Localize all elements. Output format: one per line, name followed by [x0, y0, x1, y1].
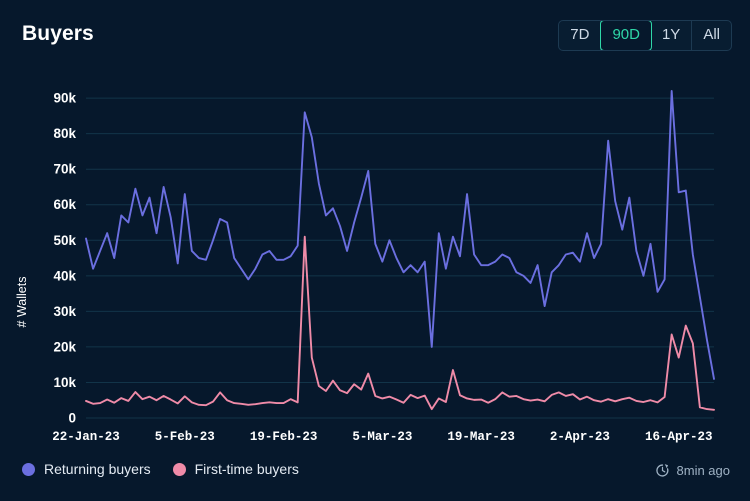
- gridlines: [86, 98, 714, 418]
- x-axis-tick-labels: 22-Jan-23 5-Feb-23 19-Feb-23 5-Mar-23 19-Mar…: [52, 430, 712, 444]
- x-axis-tick-label: 19-Feb-23: [250, 430, 318, 444]
- buyers-line-chart[interactable]: 0 10k 20k 30k 40k 50k 60k 70k 80k 90k 22-Jan-23 5-…: [0, 72, 750, 447]
- y-axis-title: # Wallets: [15, 277, 29, 328]
- chart-header: Buyers 7D 90D 1Y All: [0, 0, 750, 72]
- legend-label-returning-buyers: Returning buyers: [44, 461, 151, 477]
- legend-item-returning-buyers[interactable]: Returning buyers: [22, 461, 151, 477]
- range-button-1y[interactable]: 1Y: [651, 21, 692, 50]
- y-axis-tick-label: 40k: [53, 268, 76, 283]
- chart-plot-area[interactable]: 0 10k 20k 30k 40k 50k 60k 70k 80k 90k 22-Jan-23 5-…: [0, 72, 750, 447]
- series-line-first-time-buyers: [86, 237, 714, 410]
- y-axis-tick-labels: 0 10k 20k 30k 40k 50k 60k 70k 80k 90k: [53, 91, 76, 426]
- range-button-90d[interactable]: 90D: [600, 20, 652, 51]
- range-button-all[interactable]: All: [692, 21, 731, 50]
- x-axis-tick-label: 16-Apr-23: [645, 430, 713, 444]
- y-axis-tick-label: 70k: [53, 162, 76, 177]
- page-title: Buyers: [22, 22, 94, 46]
- y-axis-tick-label: 0: [68, 411, 76, 426]
- time-range-selector[interactable]: 7D 90D 1Y All: [558, 20, 732, 51]
- y-axis-tick-label: 10k: [53, 375, 76, 390]
- buyers-chart-card: Buyers 7D 90D 1Y All 0 10k 20k 30k 40k 50k 60k…: [0, 0, 750, 501]
- refresh-status[interactable]: 8min ago: [655, 463, 730, 478]
- chart-footer: Returning buyers First-time buyers 8min …: [0, 447, 750, 501]
- x-axis-tick-label: 5-Feb-23: [155, 430, 215, 444]
- x-axis-tick-label: 5-Mar-23: [352, 430, 412, 444]
- y-axis-tick-label: 20k: [53, 339, 76, 354]
- x-axis-tick-label: 22-Jan-23: [52, 430, 120, 444]
- legend-label-first-time-buyers: First-time buyers: [195, 461, 299, 477]
- y-axis-tick-label: 30k: [53, 304, 76, 319]
- chart-series: [86, 91, 714, 410]
- refresh-status-text: 8min ago: [677, 463, 730, 478]
- y-axis-tick-label: 80k: [53, 126, 76, 141]
- legend-dot-icon: [173, 463, 186, 476]
- legend-item-first-time-buyers[interactable]: First-time buyers: [173, 461, 299, 477]
- y-axis-tick-label: 60k: [53, 197, 76, 212]
- y-axis-tick-label: 50k: [53, 233, 76, 248]
- range-button-7d[interactable]: 7D: [559, 21, 601, 50]
- y-axis-tick-label: 90k: [53, 91, 76, 106]
- legend-dot-icon: [22, 463, 35, 476]
- series-line-returning-buyers: [86, 91, 714, 379]
- x-axis-tick-label: 2-Apr-23: [550, 430, 610, 444]
- refresh-clock-icon: [655, 463, 670, 478]
- x-axis-tick-label: 19-Mar-23: [447, 430, 515, 444]
- chart-legend: Returning buyers First-time buyers: [22, 461, 299, 477]
